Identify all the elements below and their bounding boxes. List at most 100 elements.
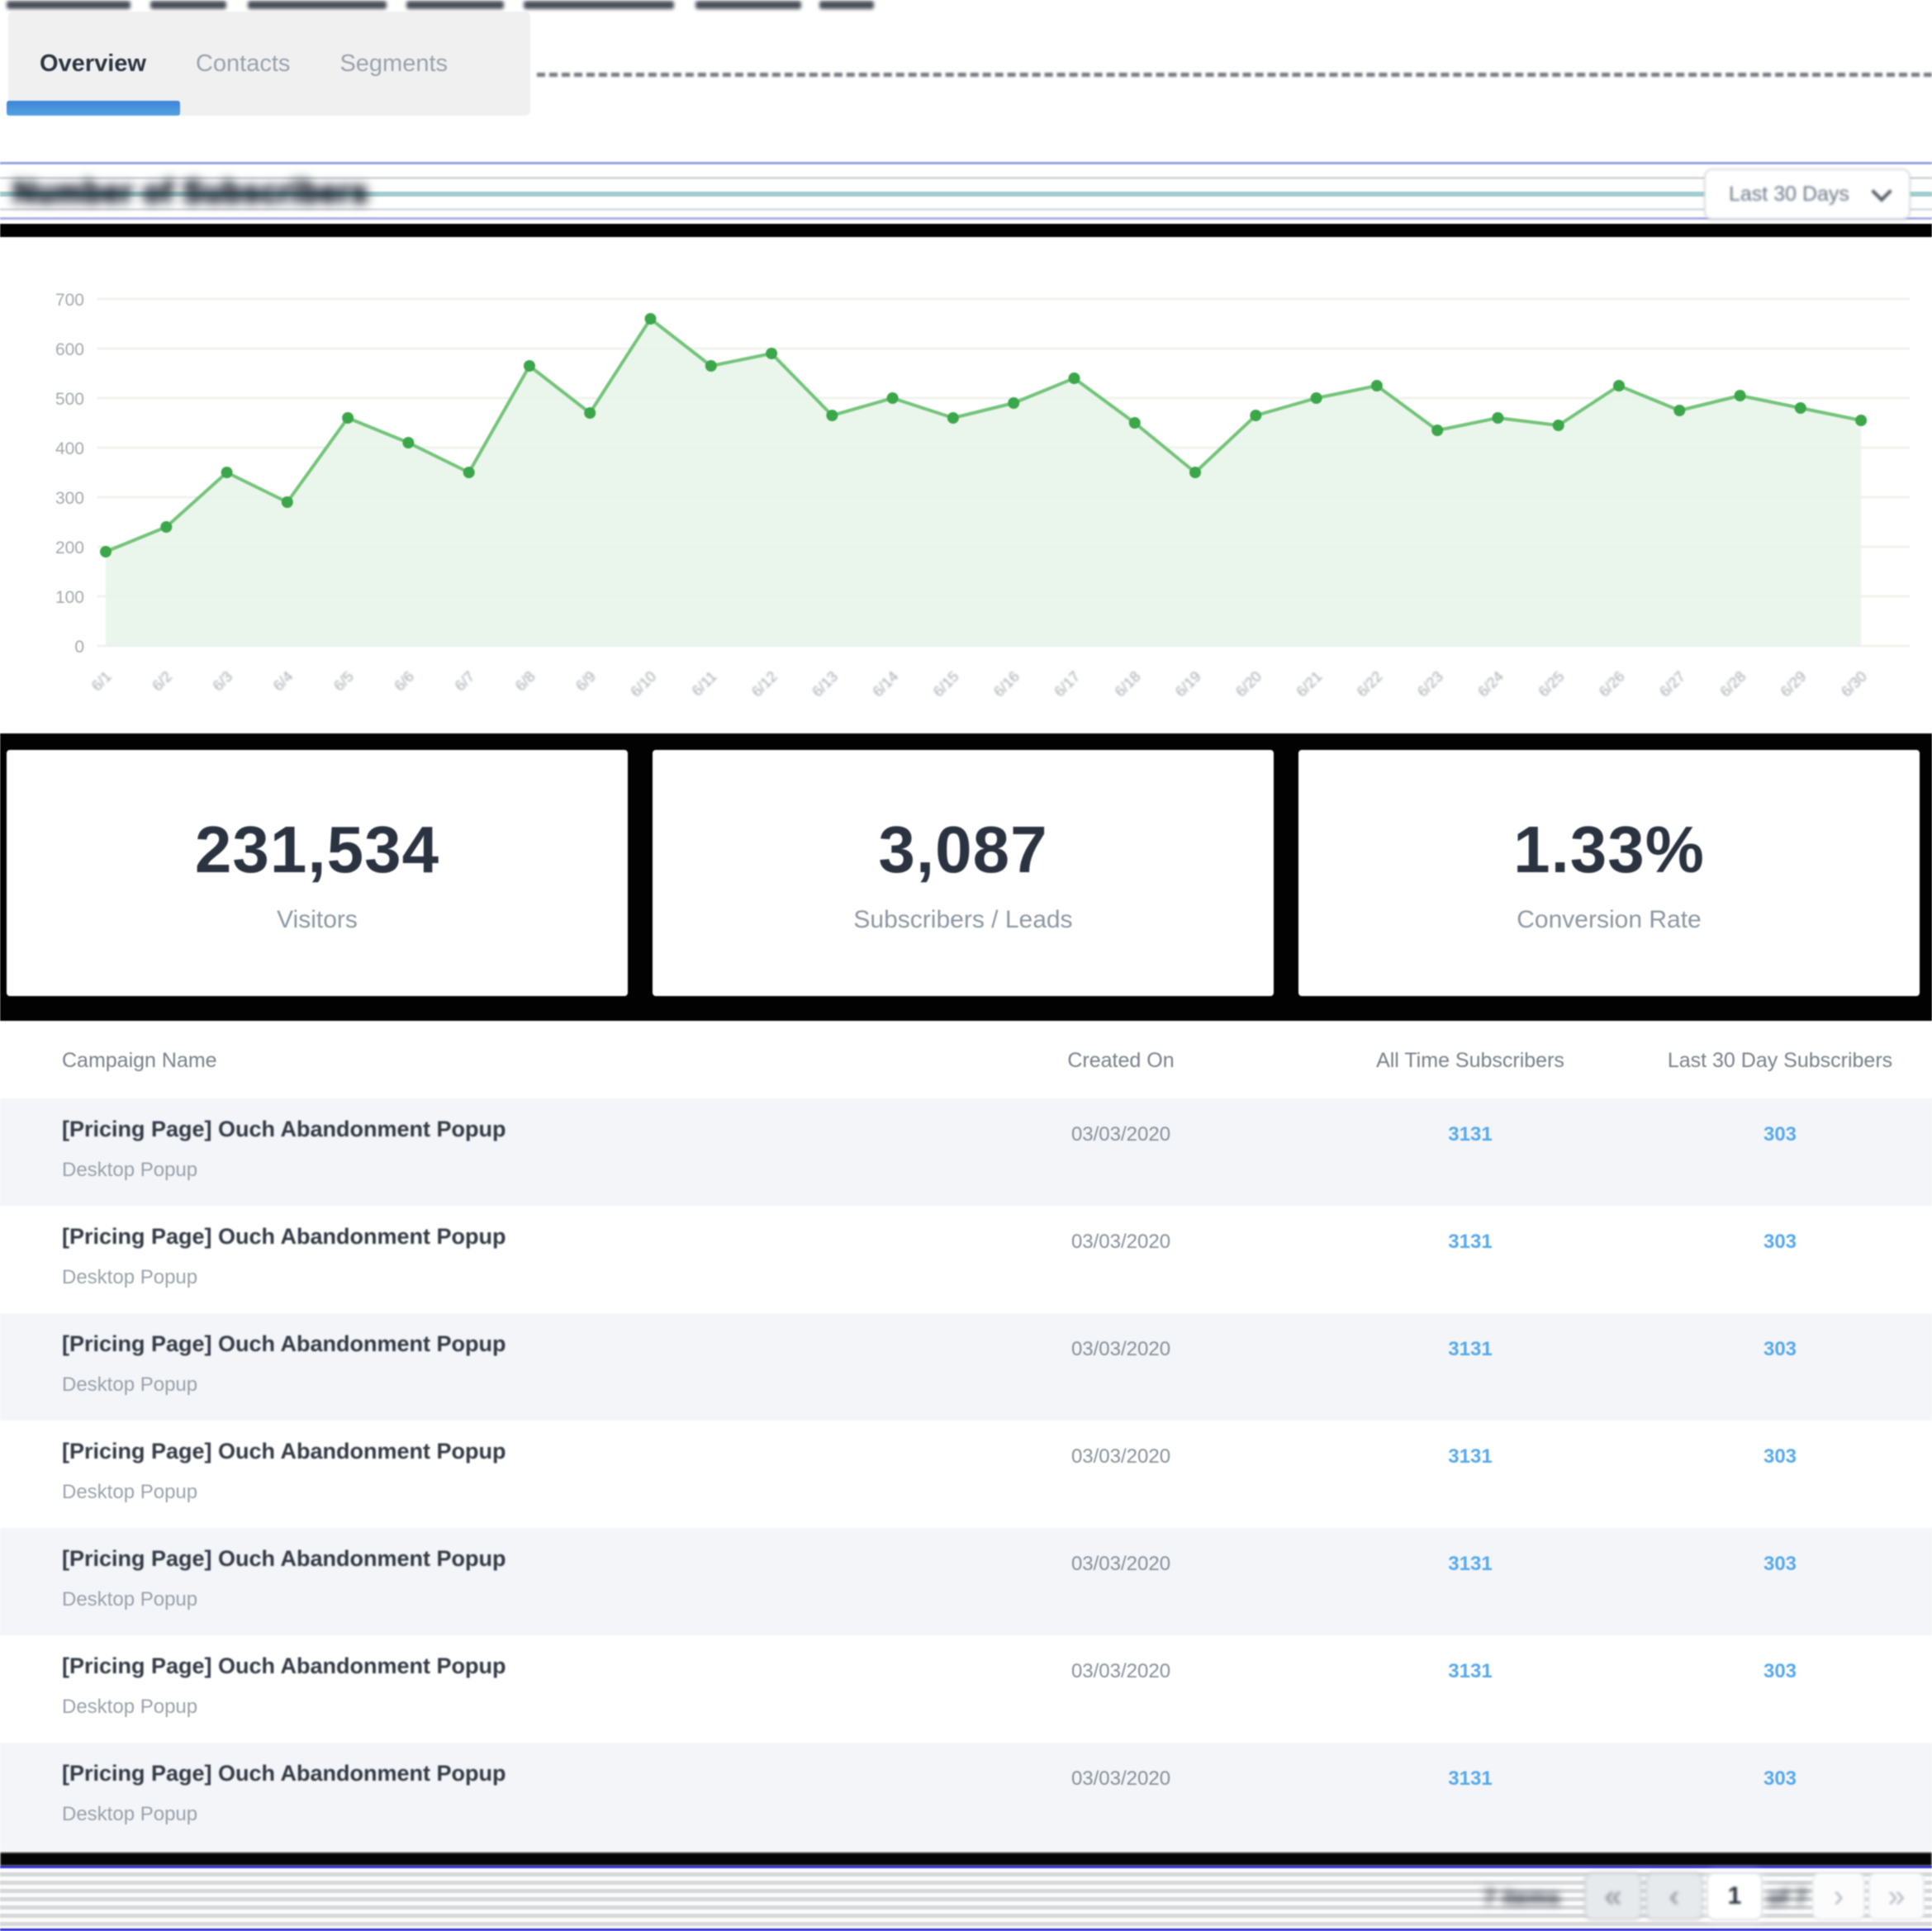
separator-band	[0, 1853, 1932, 1866]
table-row[interactable]: [Pricing Page] Ouch Abandonment Popup De…	[0, 1313, 1932, 1421]
stat-value: 3,087	[878, 812, 1047, 888]
tab[interactable]: Overview	[40, 50, 146, 78]
blur-stripe	[0, 162, 1932, 164]
svg-text:6/4: 6/4	[270, 668, 297, 695]
stat-card: 231,534 Visitors	[7, 750, 628, 996]
campaign-type: Desktop Popup	[62, 1159, 506, 1182]
svg-text:6/15: 6/15	[930, 668, 962, 700]
campaign-type: Desktop Popup	[62, 1481, 506, 1504]
svg-text:6/5: 6/5	[330, 668, 357, 695]
tab[interactable]: Segments	[339, 50, 448, 78]
created-on-value: 03/03/2020	[1001, 1338, 1241, 1361]
analytics-dashboard: Overview Contacts Segments Number of Sub…	[0, 0, 1932, 1931]
current-page-button[interactable]: 1	[1707, 1872, 1763, 1920]
campaign-name[interactable]: [Pricing Page] Ouch Abandonment Popup	[62, 1653, 506, 1679]
svg-text:6/28: 6/28	[1717, 668, 1749, 700]
svg-text:6/7: 6/7	[452, 668, 478, 695]
svg-text:6/10: 6/10	[627, 668, 659, 700]
svg-text:6/9: 6/9	[572, 668, 599, 695]
svg-text:6/16: 6/16	[990, 668, 1023, 700]
table-row[interactable]: [Pricing Page] Ouch Abandonment Popup De…	[0, 1635, 1932, 1743]
svg-text:700: 700	[55, 291, 84, 310]
date-range-dropdown[interactable]: Last 30 Days	[1704, 168, 1911, 220]
svg-text:6/23: 6/23	[1414, 668, 1446, 700]
svg-text:400: 400	[55, 439, 84, 458]
prev-page-button[interactable]: ‹	[1645, 1872, 1703, 1920]
clipped-text-noise	[524, 1, 674, 9]
table-row[interactable]: [Pricing Page] Ouch Abandonment Popup De…	[0, 1528, 1932, 1635]
campaign-type: Desktop Popup	[62, 1803, 506, 1826]
blurred-text-noise	[537, 73, 1932, 77]
all-time-subscribers-link[interactable]: 3131	[1346, 1767, 1594, 1791]
campaign-name[interactable]: [Pricing Page] Ouch Abandonment Popup	[62, 1761, 506, 1786]
svg-text:6/26: 6/26	[1596, 668, 1628, 700]
svg-text:6/17: 6/17	[1051, 668, 1083, 700]
campaign-name[interactable]: [Pricing Page] Ouch Abandonment Popup	[62, 1546, 506, 1572]
svg-text:600: 600	[55, 340, 84, 359]
last-30-day-subscribers-link[interactable]: 303	[1656, 1123, 1904, 1146]
all-time-subscribers-link[interactable]: 3131	[1346, 1553, 1594, 1576]
svg-text:0: 0	[74, 638, 84, 657]
active-tab-indicator	[7, 101, 180, 116]
last-30-day-subscribers-link[interactable]: 303	[1656, 1553, 1904, 1576]
svg-text:500: 500	[55, 390, 84, 409]
clipped-text-noise	[819, 1, 874, 9]
clipped-text-noise	[695, 1, 801, 9]
campaign-name[interactable]: [Pricing Page] Ouch Abandonment Popup	[62, 1224, 506, 1250]
column-last-30-day-subscribers: Last 30 Day Subscribers	[1656, 1049, 1904, 1073]
column-all-time-subscribers: All Time Subscribers	[1346, 1049, 1594, 1073]
stat-value: 231,534	[195, 812, 439, 888]
all-time-subscribers-link[interactable]: 3131	[1346, 1231, 1594, 1254]
campaign-type: Desktop Popup	[62, 1588, 506, 1611]
tab-label: Segments	[339, 50, 448, 77]
svg-text:6/30: 6/30	[1838, 668, 1870, 700]
clipped-text-noise	[7, 1, 131, 9]
clipped-text-noise	[150, 1, 226, 9]
campaign-name[interactable]: [Pricing Page] Ouch Abandonment Popup	[62, 1117, 506, 1142]
svg-text:6/25: 6/25	[1536, 668, 1568, 700]
last-30-day-subscribers-link[interactable]: 303	[1656, 1445, 1904, 1468]
date-range-value: Last 30 Days	[1729, 183, 1874, 206]
all-time-subscribers-link[interactable]: 3131	[1346, 1445, 1594, 1468]
clipped-text-noise	[248, 1, 387, 9]
all-time-subscribers-link[interactable]: 3131	[1346, 1660, 1594, 1683]
stat-label: Conversion Rate	[1517, 906, 1701, 934]
last-page-button[interactable]: »	[1868, 1872, 1925, 1920]
last-30-day-subscribers-link[interactable]: 303	[1656, 1338, 1904, 1361]
table-header: Campaign Name Created On All Time Subscr…	[0, 1042, 1932, 1082]
table-row[interactable]: [Pricing Page] Ouch Abandonment Popup De…	[0, 1206, 1932, 1313]
created-on-value: 03/03/2020	[1001, 1660, 1241, 1683]
campaign-type: Desktop Popup	[62, 1696, 506, 1719]
stat-value: 1.33%	[1513, 812, 1705, 888]
svg-text:6/6: 6/6	[391, 668, 417, 695]
svg-text:6/27: 6/27	[1656, 668, 1688, 700]
campaign-name[interactable]: [Pricing Page] Ouch Abandonment Popup	[62, 1331, 506, 1357]
subscribers-area-chart: 01002003004005006007006/16/26/36/46/56/6…	[0, 231, 1932, 733]
column-campaign-name: Campaign Name	[62, 1049, 217, 1073]
tab-label: Overview	[40, 50, 146, 77]
svg-text:6/13: 6/13	[809, 668, 841, 700]
stats-section: 231,534 Visitors 3,087 Subscribers / Lea…	[0, 733, 1932, 1021]
campaign-name[interactable]: [Pricing Page] Ouch Abandonment Popup	[62, 1439, 506, 1464]
chevron-down-icon	[1871, 181, 1892, 202]
stat-label: Subscribers / Leads	[853, 906, 1072, 934]
tab-bar: Overview Contacts Segments	[8, 12, 530, 116]
all-time-subscribers-link[interactable]: 3131	[1346, 1123, 1594, 1146]
table-row[interactable]: [Pricing Page] Ouch Abandonment Popup De…	[0, 1098, 1932, 1206]
svg-text:6/3: 6/3	[210, 668, 236, 695]
last-30-day-subscribers-link[interactable]: 303	[1656, 1767, 1904, 1791]
next-page-button[interactable]: ›	[1812, 1872, 1865, 1920]
chart-title: Number of Subscribers	[13, 175, 368, 210]
all-time-subscribers-link[interactable]: 3131	[1346, 1338, 1594, 1361]
last-30-day-subscribers-link[interactable]: 303	[1656, 1231, 1904, 1254]
svg-text:200: 200	[55, 538, 84, 557]
table-row[interactable]: [Pricing Page] Ouch Abandonment Popup De…	[0, 1421, 1932, 1528]
svg-text:6/11: 6/11	[689, 668, 720, 700]
created-on-value: 03/03/2020	[1001, 1445, 1241, 1468]
first-page-button[interactable]: «	[1584, 1872, 1642, 1920]
table-row[interactable]: [Pricing Page] Ouch Abandonment Popup De…	[0, 1743, 1932, 1850]
tab[interactable]: Contacts	[196, 50, 290, 78]
last-30-day-subscribers-link[interactable]: 303	[1656, 1660, 1904, 1683]
clipped-text-noise	[406, 1, 504, 9]
stat-card: 3,087 Subscribers / Leads	[653, 750, 1274, 996]
